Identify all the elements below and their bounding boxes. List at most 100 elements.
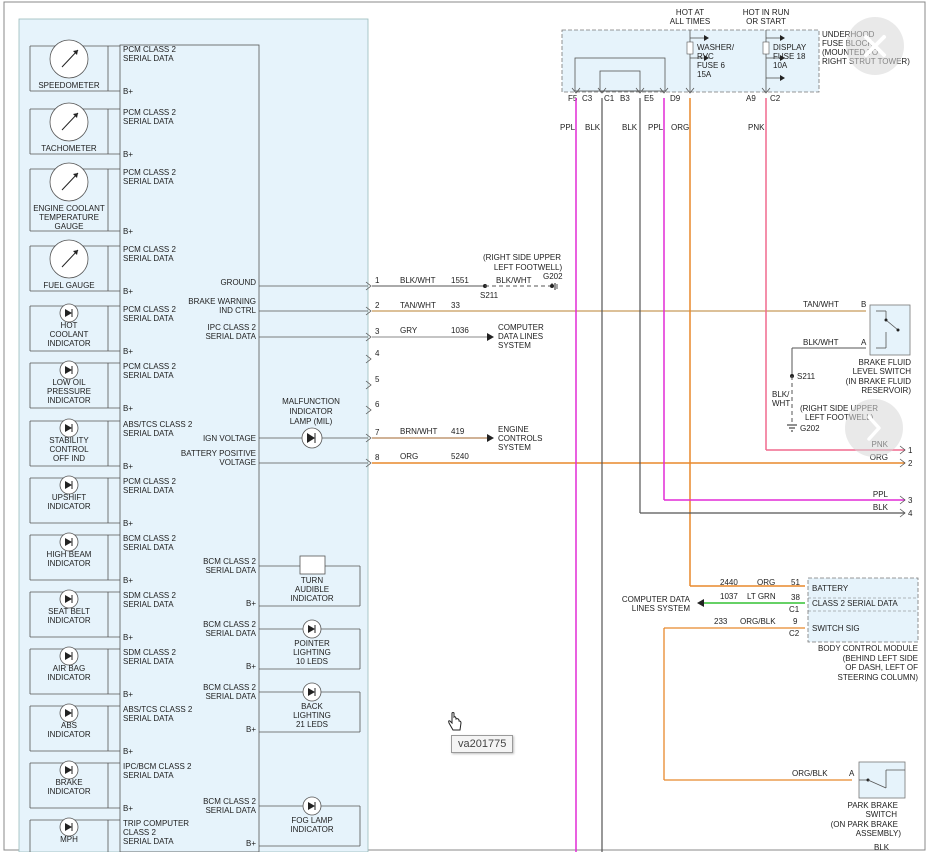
serial-data-label: SERIAL DATA [123, 429, 174, 438]
serial-data-label: BCM CLASS 2 [123, 534, 176, 543]
inner-data-label: SERIAL DATA [205, 566, 256, 575]
serial-data-label: IPC/BCM CLASS 2 [123, 762, 192, 771]
park-brake-label-1: PARK BRAKE [847, 801, 898, 810]
inner-module-label: AUDIBLE [295, 585, 329, 594]
display-fuse-1: DISPLAY [773, 43, 807, 52]
cluster-item-label: OFF IND [53, 454, 85, 463]
serial-data-label: PCM CLASS 2 [123, 108, 176, 117]
serial-data-label: SERIAL DATA [123, 837, 174, 846]
serial-data-label: SERIAL DATA [123, 54, 174, 63]
bplus-label: B+ [123, 347, 133, 356]
bplus-label: B+ [123, 690, 133, 699]
fuse-terminal-D9: D9 [670, 94, 681, 103]
serial-data-label: SERIAL DATA [123, 543, 174, 552]
hot-all-times-2: ALL TIMES [670, 17, 710, 26]
inner-data-label: SERIAL DATA [205, 629, 256, 638]
bfls-splice: S211 [797, 372, 816, 381]
serial-data-label: CLASS 2 [123, 828, 156, 837]
fuse-terminal-B3: B3 [620, 94, 630, 103]
inner-module-label: FOG LAMP [291, 816, 332, 825]
inner-data-label: BCM CLASS 2 [203, 797, 256, 806]
cluster-item-label: INDICATOR [47, 502, 90, 511]
wire-color-label: BLK [585, 123, 601, 132]
bcm-data-dest-1: COMPUTER DATA [622, 595, 691, 604]
bcm-wire-batt-color: ORG [757, 578, 775, 587]
cluster-item-label: GAUGE [55, 222, 84, 231]
cluster-item-label: ENGINE COOLANT [33, 204, 105, 213]
wire-color-label: PPL [560, 123, 576, 132]
fuse-terminal-C2: C2 [770, 94, 781, 103]
wire-8-color: ORG [400, 452, 418, 461]
pin-label: GROUND [220, 278, 256, 287]
wire-1-splice: S211 [480, 291, 499, 300]
bfls-label-2: LEVEL SWITCH [853, 367, 912, 376]
bcm-wire-sw-color: ORG/BLK [740, 617, 776, 626]
cluster-item-label: INDICATOR [47, 616, 90, 625]
cluster-pin-7: 7 [375, 428, 380, 437]
wire-color-label: PPL [648, 123, 664, 132]
cluster-item-label: SPEEDOMETER [38, 81, 100, 90]
inner-bplus-label: B+ [246, 662, 256, 671]
cluster-item-label: AIR BAG [53, 664, 85, 673]
inner-data-label: BCM CLASS 2 [203, 620, 256, 629]
serial-data-label: SDM CLASS 2 [123, 591, 176, 600]
bcm-conn-c2: C2 [789, 629, 800, 638]
bfls-vert-wire-2: WHT [772, 399, 790, 408]
wiring-diagram: SPEEDOMETERPCM CLASS 2SERIAL DATAB+TACHO… [3, 1, 926, 857]
bcm-wire-data-color: LT GRN [747, 592, 776, 601]
pin-label: VOLTAGE [219, 458, 256, 467]
bcm-pin-data: CLASS 2 SERIAL DATA [812, 599, 898, 608]
cluster-item-label: TACHOMETER [41, 144, 97, 153]
bplus-label: B+ [123, 227, 133, 236]
bfls-label-1: BRAKE FLUID [859, 358, 912, 367]
diagram-viewer: SPEEDOMETER PCM CLASS 2 SERIAL DATA B+ TACHO… [0, 0, 940, 857]
cluster-item-label: STABILITY [49, 436, 89, 445]
washer-fuse-3: FUSE 6 [697, 61, 726, 70]
inner-data-label: SERIAL DATA [205, 806, 256, 815]
cluster-item-label: MPH [60, 835, 78, 844]
bplus-label: B+ [123, 287, 133, 296]
wire-1-ground: G202 [543, 272, 563, 281]
wire-3-dest-3: SYSTEM [498, 341, 531, 350]
cluster-pin-1: 1 [375, 276, 380, 285]
right-pin-1: 1 [908, 446, 913, 455]
inner-bplus-label: B+ [246, 725, 256, 734]
serial-data-label: SERIAL DATA [123, 117, 174, 126]
wire-3-circuit: 1036 [451, 326, 469, 335]
next-image-button[interactable] [845, 399, 903, 457]
serial-data-label: SERIAL DATA [123, 177, 174, 186]
inner-module-label: POINTER [294, 639, 330, 648]
cluster-item-label: FUEL GAUGE [43, 281, 94, 290]
inner-data-label: BCM CLASS 2 [203, 683, 256, 692]
serial-data-label: SERIAL DATA [123, 600, 174, 609]
bcm-wire-data-circuit: 1037 [720, 592, 738, 601]
display-fuse-2: FUSE 18 [773, 52, 806, 61]
wire-color-label: BLK [622, 123, 638, 132]
bfls-pin-a: A [861, 338, 867, 347]
inner-module-label: 10 LEDS [296, 657, 328, 666]
bcm-conn-51: 51 [791, 578, 800, 587]
cluster-pin-6: 6 [375, 400, 380, 409]
close-button[interactable] [846, 17, 904, 75]
wire-7-dest-2: CONTROLS [498, 434, 542, 443]
wire-7-color: BRN/WHT [400, 427, 437, 436]
bplus-label: B+ [123, 633, 133, 642]
bcm-data-dest-2: LINES SYSTEM [632, 604, 691, 613]
bplus-label: B+ [123, 87, 133, 96]
right-wire-color: PPL [873, 490, 889, 499]
inner-module-label: 21 LEDS [296, 720, 328, 729]
serial-data-label: SERIAL DATA [123, 714, 174, 723]
fuse-terminal-C1: C1 [604, 94, 615, 103]
cluster-item-label: PRESSURE [47, 387, 91, 396]
bcm-conn-c1: C1 [789, 605, 800, 614]
buzzer-icon [299, 555, 326, 575]
hot-in-run-1: HOT IN RUN [743, 8, 790, 17]
cluster-item-label: HIGH BEAM [47, 550, 92, 559]
cluster-item-label: INDICATOR [47, 787, 90, 796]
cluster-pin-3: 3 [375, 327, 380, 336]
washer-fuse-2: RVC [697, 52, 714, 61]
bfls-ground: G202 [800, 424, 820, 433]
park-brake-pin: A [849, 769, 855, 778]
bcm-conn-9: 9 [793, 617, 798, 626]
bcm-title-1: BODY CONTROL MODULE [818, 644, 918, 653]
